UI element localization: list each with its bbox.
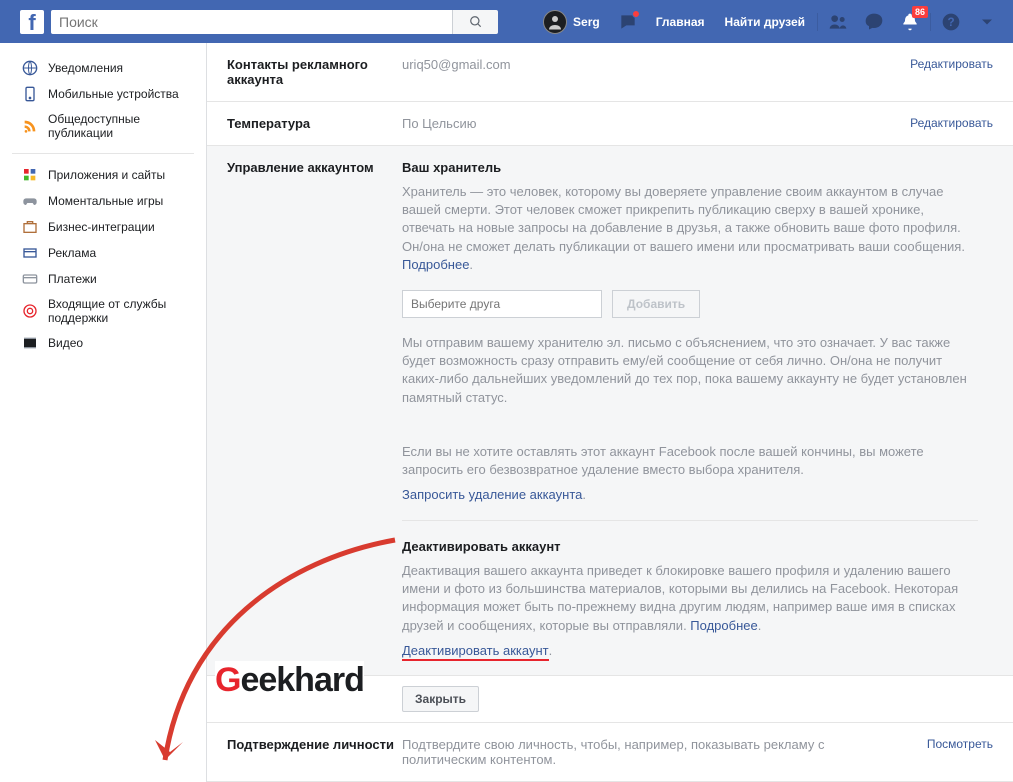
setting-label: Температура [227, 116, 402, 131]
ads-icon [22, 245, 38, 261]
messenger-icon[interactable] [862, 10, 886, 34]
facebook-logo[interactable]: f [20, 10, 44, 34]
notification-dot [632, 10, 640, 18]
mobile-icon [22, 86, 38, 102]
setting-row-manage-account: Управление аккаунтом Ваш хранитель Храни… [207, 146, 1013, 676]
choose-friend-input[interactable] [402, 290, 602, 318]
setting-value: Подтвердите свою личность, чтобы, наприм… [402, 737, 927, 767]
nav-find-friends[interactable]: Найти друзей [715, 0, 815, 43]
messenger-icon-small[interactable] [616, 10, 640, 34]
sidebar-item-payments[interactable]: Платежи [0, 266, 206, 292]
card-icon [22, 271, 38, 287]
legacy-note: Мы отправим вашему хранителю эл. письмо … [402, 334, 978, 407]
search-icon [469, 15, 483, 29]
user-name: Serg [573, 15, 600, 29]
search-container [51, 10, 498, 34]
setting-label: Подтверждение личности [227, 737, 402, 767]
setting-row-contacts[interactable]: Контакты рекламного аккаунта uriq50@gmai… [207, 43, 1013, 102]
sidebar-item-business[interactable]: Бизнес-интеграции [0, 214, 206, 240]
setting-label: Контакты рекламного аккаунта [227, 57, 402, 87]
sidebar-label: Видео [48, 336, 83, 350]
delete-note: Если вы не хотите оставлять этот аккаунт… [402, 443, 978, 479]
sidebar-item-mobile[interactable]: Мобильные устройства [0, 81, 206, 107]
edit-link[interactable]: Редактировать [910, 116, 993, 131]
sidebar-item-notifications[interactable]: Уведомления [0, 55, 206, 81]
sidebar-item-support[interactable]: Входящие от службы поддержки [0, 292, 206, 330]
manage-account-body: Ваш хранитель Хранитель — это человек, к… [402, 160, 993, 661]
sidebar-label: Уведомления [48, 61, 123, 75]
learn-more-link[interactable]: Подробнее [690, 618, 757, 633]
divider [930, 13, 931, 31]
video-icon [22, 335, 38, 351]
setting-value: По Цельсию [402, 116, 910, 131]
sidebar-separator [12, 153, 194, 154]
deactivate-title: Деактивировать аккаунт [402, 539, 978, 554]
nav-home[interactable]: Главная [646, 0, 715, 43]
sidebar-label: Входящие от службы поддержки [48, 297, 194, 325]
svg-text:?: ? [947, 16, 954, 29]
settings-sidebar: Уведомления Мобильные устройства Общедос… [0, 43, 206, 782]
search-input[interactable] [51, 10, 452, 34]
setting-value: uriq50@gmail.com [402, 57, 910, 87]
rss-icon [22, 118, 38, 134]
deactivate-text: Деактивация вашего аккаунта приведет к б… [402, 562, 978, 635]
main-container: Уведомления Мобильные устройства Общедос… [0, 43, 1013, 782]
sidebar-label: Моментальные игры [48, 194, 163, 208]
deactivate-section: Деактивировать аккаунт Деактивация вашег… [402, 520, 978, 661]
sidebar-label: Приложения и сайты [48, 168, 165, 182]
edit-link[interactable]: Редактировать [910, 57, 993, 87]
deactivate-account-link[interactable]: Деактивировать аккаунт [402, 643, 549, 658]
sidebar-label: Общедоступные публикации [48, 112, 194, 140]
add-button[interactable]: Добавить [612, 290, 700, 318]
sidebar-label: Платежи [48, 272, 97, 286]
sidebar-label: Мобильные устройства [48, 87, 179, 101]
avatar [543, 10, 567, 34]
sidebar-item-video[interactable]: Видео [0, 330, 206, 356]
gamepad-icon [22, 193, 38, 209]
legacy-friend-row: Добавить [402, 290, 978, 318]
sidebar-item-ads[interactable]: Реклама [0, 240, 206, 266]
notifications-icon[interactable]: 86 [898, 10, 922, 34]
briefcase-icon [22, 219, 38, 235]
top-navigation-bar: f Serg Главная Найти друзей 86 [0, 0, 1013, 43]
notification-badge: 86 [912, 6, 928, 18]
sidebar-item-apps[interactable]: Приложения и сайты [0, 162, 206, 188]
setting-row-temperature[interactable]: Температура По Цельсию Редактировать [207, 102, 1013, 146]
sidebar-label: Реклама [48, 246, 96, 260]
dropdown-caret-icon[interactable] [975, 10, 999, 34]
sidebar-item-games[interactable]: Моментальные игры [0, 188, 206, 214]
geekhard-watermark: Geekhard [215, 661, 364, 700]
apps-icon [22, 167, 38, 183]
globe-icon [22, 60, 38, 76]
sidebar-item-public-posts[interactable]: Общедоступные публикации [0, 107, 206, 145]
setting-row-identity[interactable]: Подтверждение личности Подтвердите свою … [207, 723, 1013, 782]
legacy-title: Ваш хранитель [402, 160, 978, 175]
learn-more-link[interactable]: Подробнее [402, 257, 469, 272]
friend-requests-icon[interactable] [826, 10, 850, 34]
view-link[interactable]: Посмотреть [927, 737, 993, 767]
setting-label: Управление аккаунтом [227, 160, 402, 661]
nav-right: Serg Главная Найти друзей 86 ? [533, 0, 1005, 43]
close-button[interactable]: Закрыть [402, 686, 479, 712]
sidebar-label: Бизнес-интеграции [48, 220, 155, 234]
profile-link[interactable]: Serg [533, 0, 610, 43]
help-icon[interactable]: ? [939, 10, 963, 34]
search-button[interactable] [452, 10, 498, 34]
lifebuoy-icon [22, 303, 38, 319]
request-delete-link[interactable]: Запросить удаление аккаунта [402, 487, 582, 502]
divider [817, 13, 818, 31]
legacy-text: Хранитель — это человек, которому вы дов… [402, 183, 978, 274]
